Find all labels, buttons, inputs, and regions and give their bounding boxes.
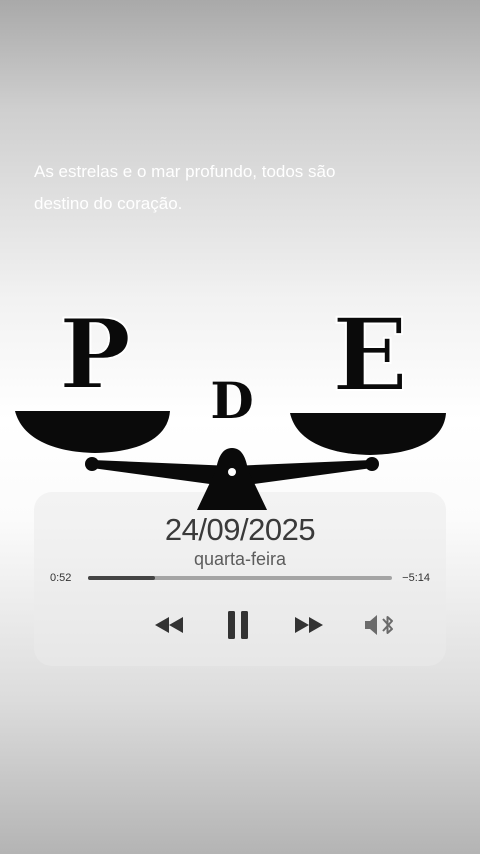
quote-line-2: destino do coração. xyxy=(34,194,183,213)
elapsed-time: 0:52 xyxy=(50,572,72,584)
left-scale-pan xyxy=(15,411,170,453)
right-scale-pan xyxy=(290,413,446,455)
date-label: 24/09/2025 xyxy=(164,512,316,547)
pause-button[interactable] xyxy=(220,606,256,644)
remaining-time: −5:14 xyxy=(402,572,430,584)
scale-logo: P D E xyxy=(15,300,446,510)
pause-icon xyxy=(228,611,248,639)
logo-letter-e: E xyxy=(332,300,408,414)
quote-text: As estrelas e o mar profundo, todos são … xyxy=(34,156,434,220)
progress-fill xyxy=(88,576,155,580)
fast-forward-button[interactable] xyxy=(290,606,328,644)
logo-letter-d: D xyxy=(210,371,253,430)
rewind-icon xyxy=(155,617,183,633)
weekday-label: quarta-feira xyxy=(193,549,287,569)
progress-bar[interactable] xyxy=(88,576,392,580)
quote-line-1: As estrelas e o mar profundo, todos são xyxy=(34,162,336,181)
rewind-button[interactable] xyxy=(150,606,188,644)
audio-output-button[interactable] xyxy=(360,606,400,644)
speaker-bluetooth-icon xyxy=(365,615,393,635)
logo-letter-p: P xyxy=(59,300,131,411)
fast-forward-icon xyxy=(295,617,323,633)
